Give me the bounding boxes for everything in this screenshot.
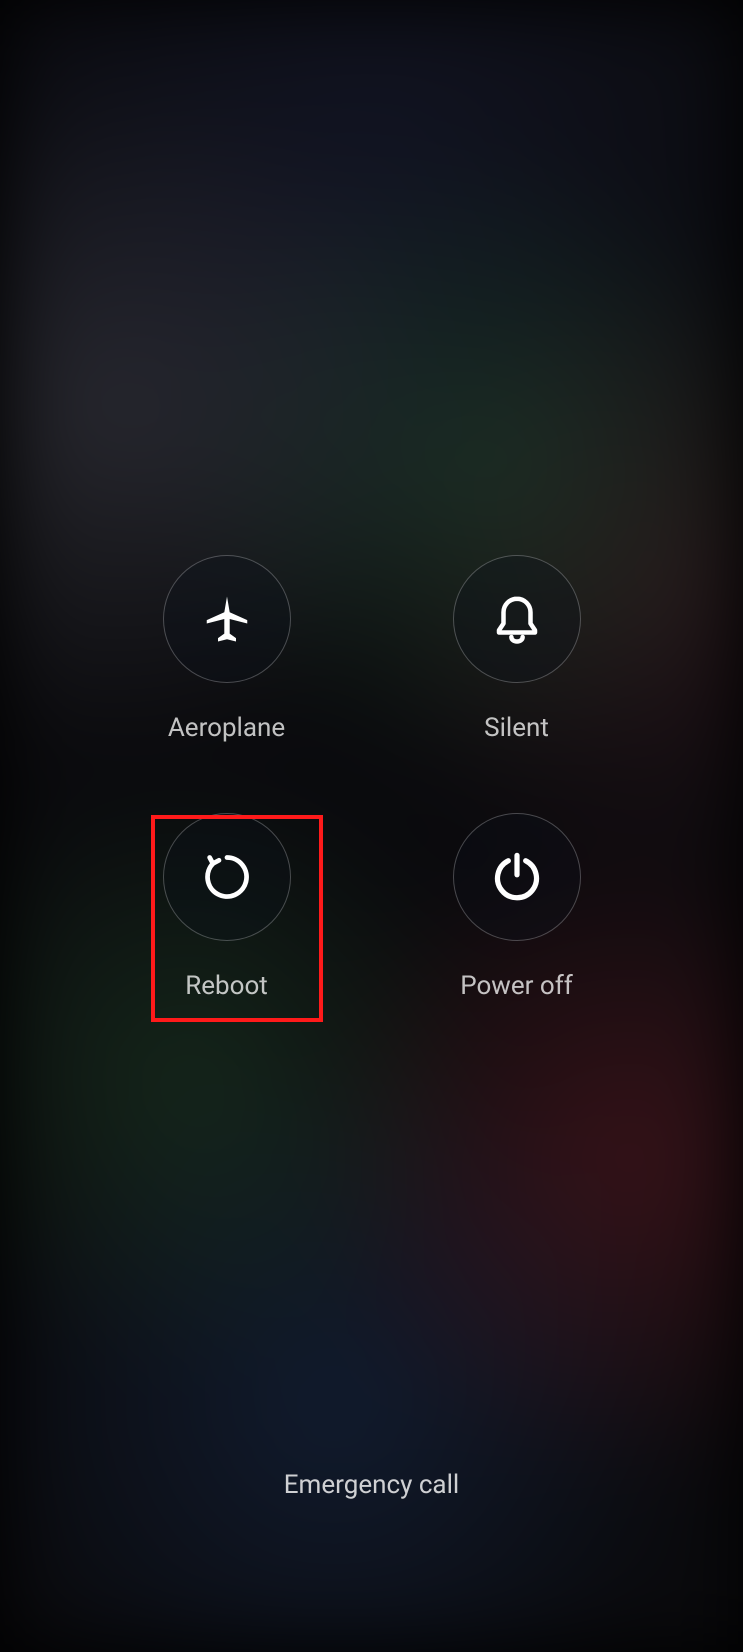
power-icon (491, 851, 543, 903)
silent-mode-button[interactable]: Silent (422, 555, 612, 743)
silent-icon-circle (453, 555, 581, 683)
emergency-call-button[interactable]: Emergency call (284, 1470, 459, 1500)
airplane-icon (200, 592, 254, 646)
aeroplane-icon-circle (163, 555, 291, 683)
power-menu: Aeroplane Silent Reboot (132, 555, 612, 1001)
reboot-label: Reboot (185, 971, 268, 1001)
aeroplane-mode-button[interactable]: Aeroplane (132, 555, 322, 743)
power-icon-circle (453, 813, 581, 941)
restart-icon (201, 851, 253, 903)
reboot-button[interactable]: Reboot (132, 813, 322, 1001)
reboot-icon-circle (163, 813, 291, 941)
power-off-button[interactable]: Power off (422, 813, 612, 1001)
silent-label: Silent (484, 713, 549, 743)
bell-icon (490, 592, 544, 646)
power-off-label: Power off (460, 971, 573, 1001)
aeroplane-label: Aeroplane (168, 713, 285, 743)
